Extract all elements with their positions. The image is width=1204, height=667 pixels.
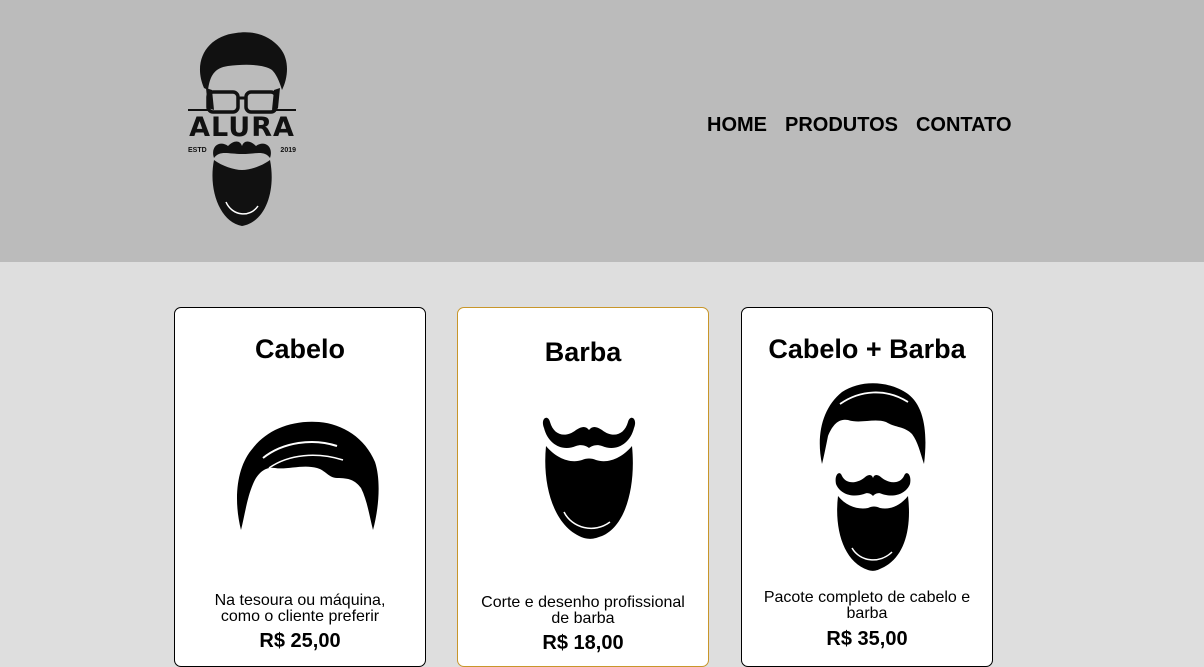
- product-description: Corte e desenho profissional de barba: [481, 594, 685, 627]
- hair-icon: [237, 421, 379, 530]
- product-title: Cabelo: [254, 334, 346, 364]
- product-title: Cabelo + Barba: [768, 334, 966, 364]
- nav-produtos[interactable]: PRODUTOS: [785, 114, 898, 136]
- hair-and-beard-icon: [819, 383, 926, 571]
- alura-logo[interactable]: ALURA ESTD 2019: [184, 30, 300, 228]
- product-card-cabelo-barba[interactable]: Cabelo + Barba Pacote completo de cabelo…: [741, 307, 993, 667]
- product-description: Pacote completo de cabelo e barba: [763, 589, 971, 622]
- beard-icon: [542, 417, 636, 539]
- product-card-cabelo[interactable]: Cabelo Na tesoura ou máquina, como o cli…: [174, 307, 426, 667]
- product-price: R$ 18,00: [542, 632, 624, 654]
- product-price: R$ 25,00: [259, 630, 341, 652]
- nav-contato[interactable]: CONTATO: [916, 114, 1012, 136]
- product-title: Barba: [544, 337, 622, 367]
- product-card-barba[interactable]: Barba Corte e desenho profissional de ba…: [457, 307, 709, 667]
- logo-year: 2019: [280, 147, 296, 154]
- product-description: Na tesoura ou máquina, como o cliente pr…: [214, 592, 386, 625]
- logo-wordmark: ALURA: [189, 112, 295, 143]
- product-price: R$ 35,00: [826, 628, 908, 650]
- main-nav: HOME PRODUTOS CONTATO: [707, 114, 1012, 136]
- logo-estd: ESTD: [188, 147, 207, 154]
- nav-home[interactable]: HOME: [707, 114, 767, 136]
- site-header: ALURA ESTD 2019 HOME PRODUTOS CONTATO: [0, 0, 1204, 262]
